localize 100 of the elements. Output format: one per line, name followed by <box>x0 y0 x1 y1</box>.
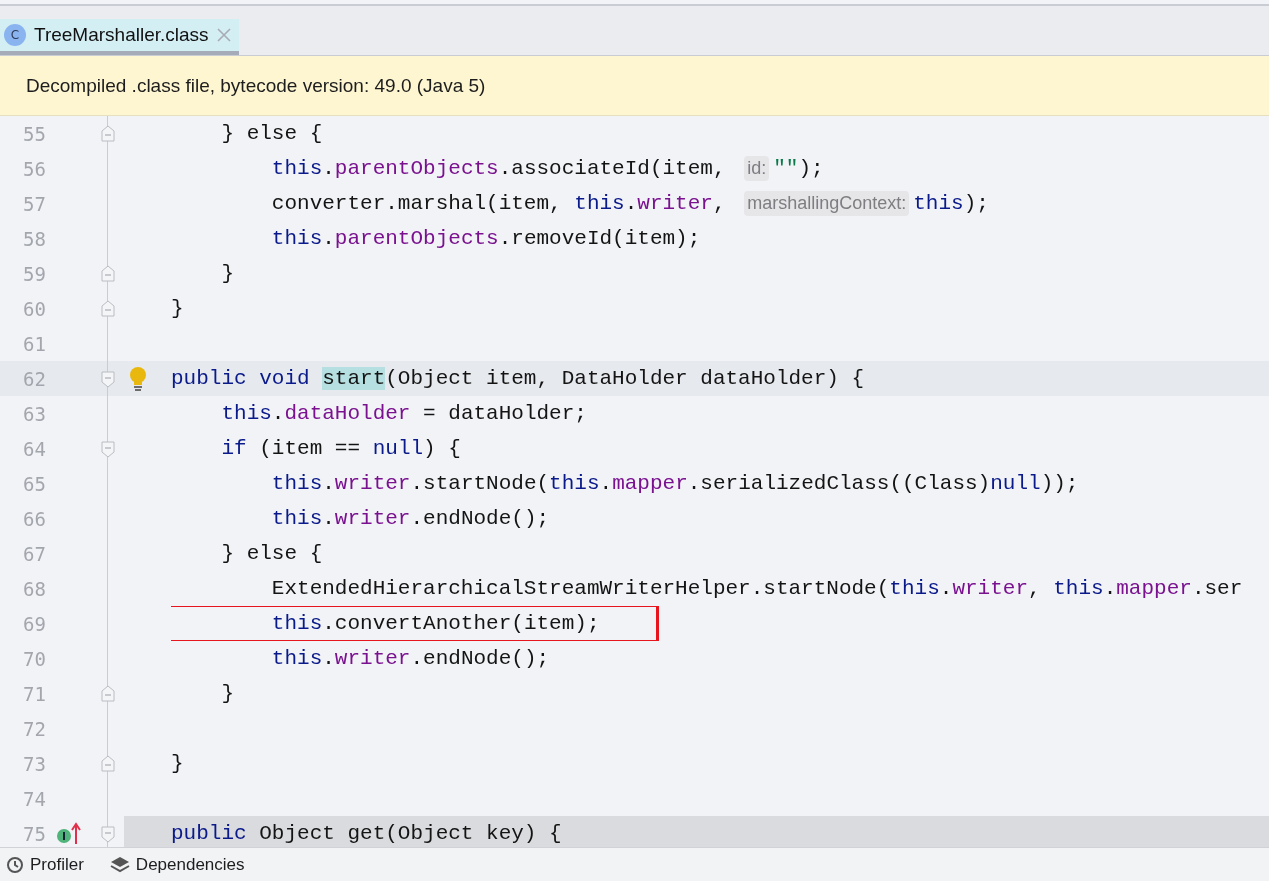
line-number: 58 <box>23 227 46 250</box>
code-token: converter.marshal(item, <box>271 192 563 215</box>
code-token: )); <box>1040 472 1079 495</box>
code-token: ExtendedHierarchicalStreamWriterHelper.startNode( <box>271 577 890 600</box>
code-token: .associateId(item, <box>498 157 727 180</box>
line-number: 59 <box>23 262 46 285</box>
tool-window-tab[interactable]: Dependencies <box>109 854 245 875</box>
code-token: = dataHolder; <box>423 402 587 425</box>
code-token: } <box>171 752 184 775</box>
line-number: 56 <box>23 157 46 180</box>
parameter-hint: marshallingContext: <box>744 191 910 216</box>
parameter-hint: id: <box>744 156 770 181</box>
code-token: , <box>712 192 727 215</box>
code-token: dataHolder <box>284 402 411 425</box>
line-number: 73 <box>23 752 46 775</box>
code-token: .serializedClass((Class) <box>687 472 991 495</box>
fold-end-icon[interactable] <box>100 264 116 283</box>
code-token: this <box>1053 577 1104 600</box>
layers-icon <box>109 855 130 874</box>
code-token: . <box>271 402 285 425</box>
code-token: } else { <box>221 122 323 145</box>
code-token: this <box>271 647 323 670</box>
line-number: 57 <box>23 192 46 215</box>
code-token: mapper <box>1116 577 1192 600</box>
code-token: this <box>271 472 323 495</box>
code-token: public void <box>171 367 311 390</box>
code-token: . <box>322 472 335 495</box>
code-token: . <box>322 647 335 670</box>
code-token: this <box>271 227 323 250</box>
code-token: mapper <box>612 472 688 495</box>
line-number: 69 <box>23 612 46 635</box>
code-token: this <box>271 507 323 530</box>
code-token: .convertAnother(item); <box>322 612 600 635</box>
code-token: writer <box>637 192 713 215</box>
code-token: .removeId(item); <box>498 227 701 250</box>
line-number: 68 <box>23 577 46 600</box>
code-token: this <box>574 192 625 215</box>
line-number: 72 <box>23 717 46 740</box>
fold-collapse-icon[interactable] <box>100 369 116 388</box>
code-token: } <box>221 682 235 705</box>
code-token: . <box>1103 577 1117 600</box>
code-token: if <box>221 437 247 460</box>
code-token: writer <box>334 507 411 530</box>
code-token: this <box>271 612 323 635</box>
code-token: } <box>171 297 184 320</box>
code-token: null <box>372 437 424 460</box>
code-token: . <box>624 192 638 215</box>
line-number: 71 <box>23 682 46 705</box>
code-token: writer <box>334 647 411 670</box>
tab-title: TreeMarshaller.class <box>34 24 209 46</box>
code-token: .endNode(); <box>410 647 550 670</box>
line-number: 65 <box>23 472 46 495</box>
code-token: parentObjects <box>334 157 499 180</box>
code-token: "" <box>773 157 799 180</box>
tool-window-tab[interactable]: Profiler <box>6 854 84 875</box>
line-number: 74 <box>23 787 46 810</box>
fold-end-icon[interactable] <box>100 754 116 773</box>
code-token: public <box>171 822 248 845</box>
code-token: (Object item, DataHolder dataHolder) { <box>385 367 865 390</box>
code-token: this <box>271 157 323 180</box>
code-token: (item == <box>259 437 362 460</box>
line-number: 67 <box>23 542 46 565</box>
code-token: . <box>599 472 613 495</box>
code-token: this <box>221 402 272 425</box>
class-icon: C <box>4 24 26 46</box>
lightbulb-icon[interactable] <box>128 365 148 392</box>
code-token: , <box>1028 577 1042 600</box>
code-token: this <box>913 192 964 215</box>
code-token: ); <box>798 157 824 180</box>
line-number: 75 <box>23 822 46 845</box>
code-token: . <box>322 227 335 250</box>
code-token: } <box>221 262 235 285</box>
code-token: Object get(Object key) { <box>259 822 562 845</box>
fold-end-icon[interactable] <box>100 299 116 318</box>
code-token: ) { <box>423 437 461 460</box>
line-number: 66 <box>23 507 46 530</box>
line-number: 60 <box>23 297 46 320</box>
code-token: .endNode(); <box>410 507 550 530</box>
code-token: . <box>939 577 953 600</box>
code-token: .ser <box>1191 577 1243 600</box>
code-token: } else { <box>221 542 323 565</box>
file-tab[interactable]: C TreeMarshaller.class <box>0 19 239 55</box>
code-token: writer <box>334 472 411 495</box>
code-token: . <box>322 507 335 530</box>
fold-collapse-icon[interactable] <box>100 824 116 843</box>
banner-text: Decompiled .class file, bytecode version: 49.0 (Java 5) <box>26 74 486 97</box>
code-token: parentObjects <box>334 227 499 250</box>
code-token: this <box>889 577 940 600</box>
implements-marker-icon[interactable] <box>56 821 82 846</box>
close-icon[interactable] <box>216 28 231 42</box>
line-number: 62 <box>23 367 46 390</box>
code-token: writer <box>952 577 1028 600</box>
line-number: 63 <box>23 402 46 425</box>
code-token: null <box>990 472 1041 495</box>
line-number: 64 <box>23 437 46 460</box>
fold-collapse-icon[interactable] <box>100 439 116 458</box>
fold-end-icon[interactable] <box>100 684 116 703</box>
fold-end-icon[interactable] <box>100 124 116 143</box>
code-token: .startNode( <box>410 472 550 495</box>
line-number: 55 <box>23 122 46 145</box>
